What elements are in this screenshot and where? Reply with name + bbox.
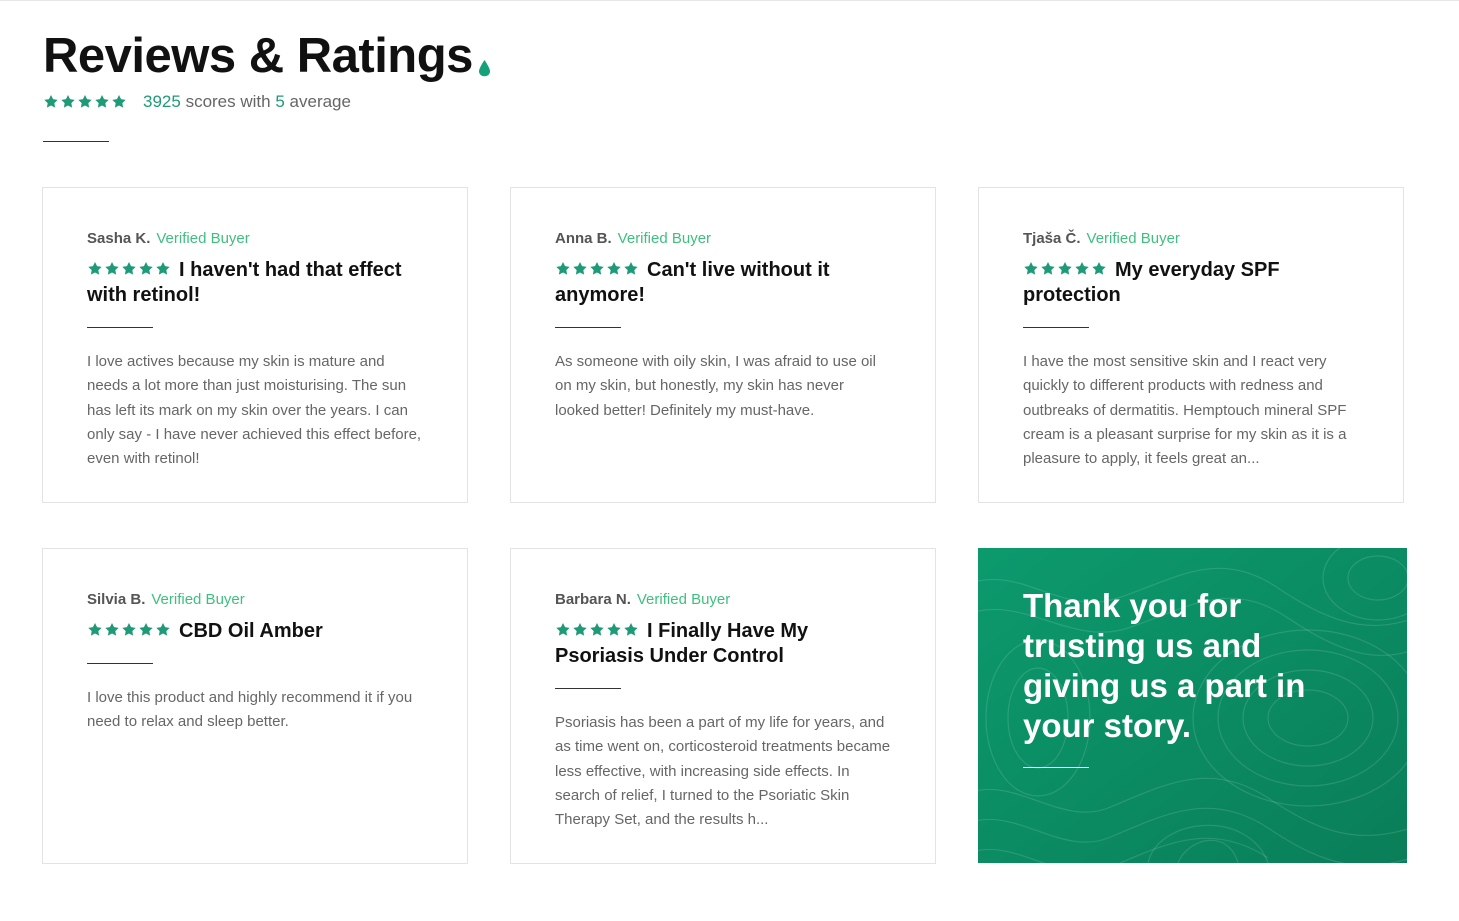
star-icon: [624, 623, 638, 636]
author-line: Anna B. Verified Buyer: [555, 230, 891, 247]
review-card: Anna B. Verified Buyer Can't live without…: [510, 187, 936, 503]
review-body: I love actives because my skin is mature…: [87, 353, 422, 468]
star-icon: [607, 623, 621, 636]
star-icon: [607, 262, 621, 275]
average-value: 5: [275, 92, 285, 111]
star-icon: [590, 623, 604, 636]
star-icon: [61, 95, 75, 108]
average-text: average: [289, 92, 351, 111]
thank-you-message: Thank you for trusting us and giving us …: [1023, 587, 1306, 744]
author-line: Sasha K. Verified Buyer: [87, 230, 423, 247]
author-line: Silvia B. Verified Buyer: [87, 591, 423, 608]
page-title: Reviews & Ratings: [43, 29, 473, 83]
author-line: Tjaša Č. Verified Buyer: [1023, 230, 1359, 247]
review-stars: [87, 261, 171, 277]
title-row: Reviews & Ratings: [43, 30, 491, 82]
verified-badge: Verified Buyer: [1086, 230, 1180, 247]
star-icon: [95, 95, 109, 108]
review-title: CBD Oil Amber: [179, 620, 323, 642]
star-icon: [139, 262, 153, 275]
star-icon: [122, 262, 136, 275]
star-icon: [1024, 262, 1038, 275]
header-divider: [43, 141, 109, 142]
reviewer-name: Anna B.: [555, 230, 612, 247]
reviewer-name: Barbara N.: [555, 591, 631, 608]
card-divider: [87, 663, 153, 664]
star-icon: [156, 623, 170, 636]
review-body: As someone with oily skin, I was afraid …: [555, 353, 876, 419]
summary-stars: [43, 94, 127, 110]
drop-icon: [478, 60, 490, 77]
review-headline: I haven't had that effect with retinol!: [87, 258, 423, 308]
star-icon: [1092, 262, 1106, 275]
star-icon: [122, 623, 136, 636]
review-stars: [1023, 261, 1107, 277]
review-body: Psoriasis has been a part of my life for…: [555, 714, 891, 829]
star-icon: [573, 623, 587, 636]
star-icon: [556, 623, 570, 636]
star-icon: [1075, 262, 1089, 275]
verified-badge: Verified Buyer: [636, 591, 731, 608]
star-icon: [556, 262, 570, 275]
star-icon: [624, 262, 638, 275]
star-icon: [112, 95, 126, 108]
review-headline: CBD Oil Amber: [87, 619, 423, 644]
star-icon: [573, 262, 587, 275]
card-divider: [87, 327, 153, 328]
review-headline: Can't live without it anymore!: [555, 258, 891, 308]
star-icon: [139, 623, 153, 636]
verified-badge: Verified Buyer: [151, 591, 245, 608]
rating-summary: 3925 scores with 5 average: [43, 92, 491, 112]
review-headline: My everyday SPF protection: [1023, 258, 1359, 308]
scores-text: scores with: [185, 92, 271, 111]
score-count: 3925: [143, 92, 181, 111]
review-stars: [87, 622, 171, 638]
review-stars: [555, 261, 639, 277]
reviewer-name: Sasha K.: [87, 230, 151, 247]
star-icon: [1041, 262, 1055, 275]
top-divider: [0, 0, 1459, 1]
review-headline: I Finally Have My Psoriasis Under Contro…: [555, 619, 891, 669]
star-icon: [1058, 262, 1072, 275]
review-card: Barbara N. Verified Buyer I Finally Have …: [510, 548, 936, 864]
verified-badge: Verified Buyer: [617, 230, 712, 247]
star-icon: [78, 95, 92, 108]
star-icon: [88, 262, 102, 275]
review-stars: [555, 622, 639, 638]
reviewer-name: Silvia B.: [87, 591, 146, 608]
star-icon: [88, 623, 102, 636]
card-divider: [555, 688, 621, 689]
author-line: Barbara N. Verified Buyer: [555, 591, 891, 608]
review-card: Sasha K. Verified Buyer I haven't had tha…: [42, 187, 468, 503]
verified-badge: Verified Buyer: [156, 230, 250, 247]
review-body: I love this product and highly recommend…: [87, 689, 413, 731]
card-divider: [1023, 327, 1089, 328]
review-body: I have the most sensitive skin and I rea…: [1023, 353, 1347, 468]
review-card: Tjaša Č. Verified Buyer My everyday SPF p…: [978, 187, 1404, 503]
reviewer-name: Tjaša Č.: [1023, 230, 1081, 247]
thank-you-banner: Thank you for trusting us and giving us …: [978, 548, 1407, 863]
star-icon: [105, 262, 119, 275]
star-icon: [105, 623, 119, 636]
star-icon: [590, 262, 604, 275]
star-icon: [156, 262, 170, 275]
banner-divider: [1023, 767, 1089, 768]
card-divider: [555, 327, 621, 328]
star-icon: [44, 95, 58, 108]
reviews-header: Reviews & Ratings 3925 scores with 5 ave…: [43, 30, 491, 112]
review-card: Silvia B. Verified Buyer CBD Oil Amber I …: [42, 548, 468, 864]
